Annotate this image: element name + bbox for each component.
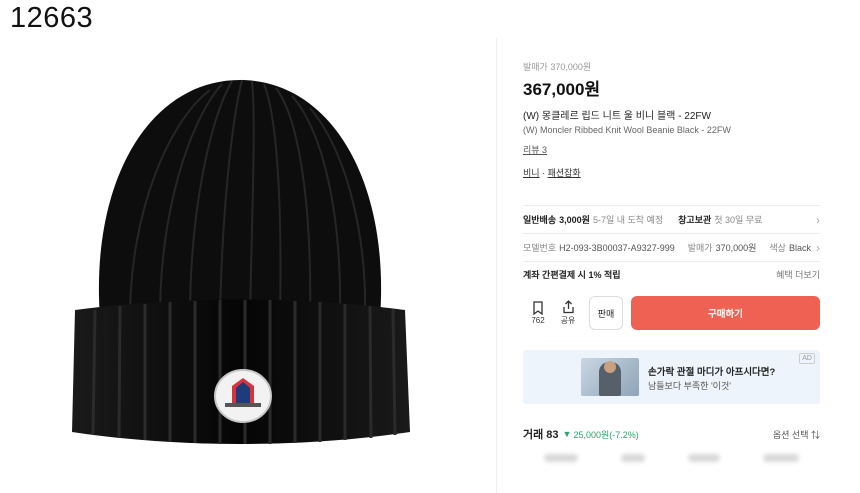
image-id-label: 12663 [10, 2, 94, 34]
shipping-price: 3,000원 [559, 215, 590, 225]
category-link-beanie[interactable]: 비니 [523, 168, 540, 178]
trade-count: 거래 83 [523, 429, 559, 441]
color-value: Black [788, 242, 811, 253]
product-title-english: (W) Moncler Ribbed Knit Wool Beanie Blac… [523, 125, 731, 135]
action-bar: 762 공유 판매 구매하기 [523, 294, 820, 332]
release-price-label: 발매가 370,000원 [523, 62, 592, 72]
model-number-label: 모델번호 [523, 243, 557, 253]
shipping-row[interactable]: 일반배송 3,000원 5-7일 내 도착 예정 창고보관 첫 30일 무료 › [523, 206, 820, 233]
chevron-right-icon[interactable]: › [813, 241, 820, 255]
model-number-value: H2-093-3B00037-A9327-999 [559, 242, 675, 253]
trade-header: 거래 83 ▼ 25,000원(-7.2%) 옵션 선택 ⇅ [523, 426, 820, 442]
chevron-right-icon[interactable]: › [816, 213, 820, 227]
down-arrow-icon: ▼ [562, 429, 572, 439]
benefit-text: 계좌 간편결제 시 1% 적립 [523, 269, 621, 280]
details-row[interactable]: 모델번호 H2-093-3B00037-A9327-999 발매가 370,00… [523, 234, 820, 261]
release-price-detail-label: 발매가 [687, 243, 713, 253]
category-link-fashion-goods[interactable]: 패션잡화 [548, 168, 581, 178]
ad-headline: 손가락 관절 마디가 아프시다면? [648, 367, 776, 378]
pane-divider [496, 38, 497, 493]
benefit-row: 계좌 간편결제 시 1% 적립 혜택 더보기 [523, 262, 820, 286]
color-label: 색상 [769, 243, 786, 253]
product-image-beanie[interactable] [60, 60, 420, 460]
warehouse-label: 창고보관 [678, 215, 712, 225]
category-breadcrumb: 비니 · 패션잡화 [523, 166, 823, 179]
ad-tag: AD [799, 353, 815, 364]
moncler-logo-patch [214, 369, 272, 423]
bookmark-icon [533, 301, 543, 315]
share-button[interactable]: 공유 [553, 300, 583, 326]
ad-banner[interactable]: 손가락 관절 마디가 아프시다면? 남들보다 부족한 '이것' AD [523, 350, 820, 404]
release-price-detail-value: 370,000원 [715, 243, 757, 253]
buy-button[interactable]: 구매하기 [631, 296, 820, 330]
review-link[interactable]: 리뷰 3 [523, 143, 547, 156]
category-separator: · [539, 168, 548, 178]
share-label: 공유 [560, 316, 576, 325]
share-icon [562, 300, 574, 314]
option-sort-button[interactable]: 옵션 선택 ⇅ [773, 428, 820, 441]
blurred-trade-columns [523, 454, 820, 462]
ad-thumbnail [581, 358, 639, 396]
bookmark-count: 762 [531, 316, 545, 325]
sell-button[interactable]: 판매 [589, 296, 623, 330]
shipping-eta: 5-7일 내 도착 예정 [592, 215, 664, 225]
bookmark-button[interactable]: 762 [523, 301, 553, 325]
shipping-label: 일반배송 [523, 215, 557, 225]
price-change: 25,000원(-7.2%) [573, 429, 639, 440]
ad-subline: 남들보다 부족한 '이것' [648, 381, 731, 391]
product-info-panel: 발매가 370,000원 367,000원 (W) 몽클레르 립드 니트 울 비… [523, 60, 823, 493]
warehouse-value: 첫 30일 무료 [714, 215, 763, 225]
product-title-korean: (W) 몽클레르 립드 니트 울 비니 블랙 - 22FW [523, 111, 711, 122]
benefit-more-link[interactable]: 혜택 더보기 [776, 268, 820, 281]
current-price: 367,000원 [523, 80, 601, 99]
